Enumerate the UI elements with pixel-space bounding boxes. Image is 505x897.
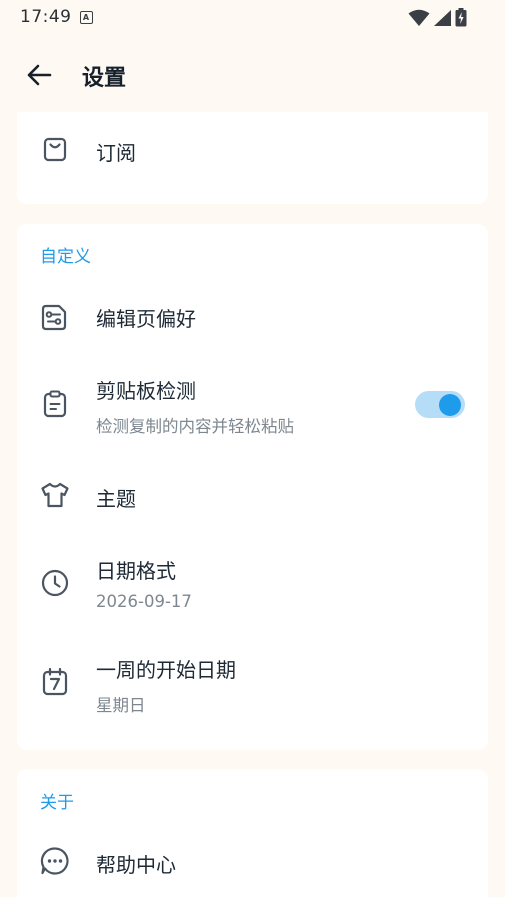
settings-item-editor-preferences[interactable]: 编辑页偏好	[17, 286, 488, 348]
clipboard-detection-toggle[interactable]	[415, 391, 465, 418]
section-header-customize: 自定义	[40, 247, 91, 267]
settings-item-date-format[interactable]: 日期格式 2026-09-17	[17, 542, 488, 622]
chat-bubble-icon	[39, 845, 71, 877]
status-time: 17:49	[20, 7, 72, 27]
settings-item-subtitle: 检测复制的内容并轻松粘贴	[96, 417, 294, 436]
settings-item-title: 日期格式	[96, 559, 176, 583]
arrow-left-icon	[27, 64, 52, 86]
cellular-signal-icon	[434, 9, 451, 26]
battery-charging-icon	[455, 8, 467, 27]
shirt-icon	[39, 479, 71, 511]
notification-badge-icon: A	[79, 10, 93, 24]
shopping-bag-icon	[39, 133, 71, 165]
wifi-icon	[408, 9, 430, 26]
settings-item-subscription[interactable]: 订阅	[17, 118, 488, 180]
subscription-card: 订阅	[17, 112, 488, 204]
section-header-about: 关于	[40, 793, 74, 813]
settings-item-title: 编辑页偏好	[96, 307, 196, 331]
back-button[interactable]	[22, 58, 56, 92]
status-bar: 17:49 A	[0, 0, 505, 34]
status-icons	[408, 8, 467, 27]
settings-item-subtitle: 2026-09-17	[96, 592, 192, 611]
calendar-7-icon	[39, 666, 71, 698]
settings-item-clipboard-detection[interactable]: 剪贴板检测 检测复制的内容并轻松粘贴	[17, 364, 488, 444]
settings-item-title: 主题	[96, 487, 136, 511]
settings-item-title: 帮助中心	[96, 853, 176, 877]
page-title: 设置	[82, 66, 127, 91]
about-card: 关于 帮助中心	[17, 769, 488, 897]
settings-item-title: 订阅	[96, 141, 136, 165]
customize-card: 自定义 编辑页偏好 剪贴板检测 检测复制的内容并轻松粘贴 主题 日期格式 202…	[17, 224, 488, 750]
settings-item-subtitle: 星期日	[96, 696, 146, 715]
clipboard-icon	[39, 388, 71, 420]
settings-item-week-start[interactable]: 一周的开始日期 星期日	[17, 642, 488, 722]
app-bar: 设置	[0, 50, 505, 98]
settings-item-title: 剪贴板检测	[96, 379, 196, 403]
clock-icon	[39, 567, 71, 599]
settings-item-theme[interactable]: 主题	[17, 464, 488, 526]
toggle-knob	[439, 393, 461, 416]
settings-item-title: 一周的开始日期	[96, 658, 236, 682]
editor-settings-icon	[39, 301, 71, 333]
settings-item-help-center[interactable]: 帮助中心	[17, 831, 488, 893]
